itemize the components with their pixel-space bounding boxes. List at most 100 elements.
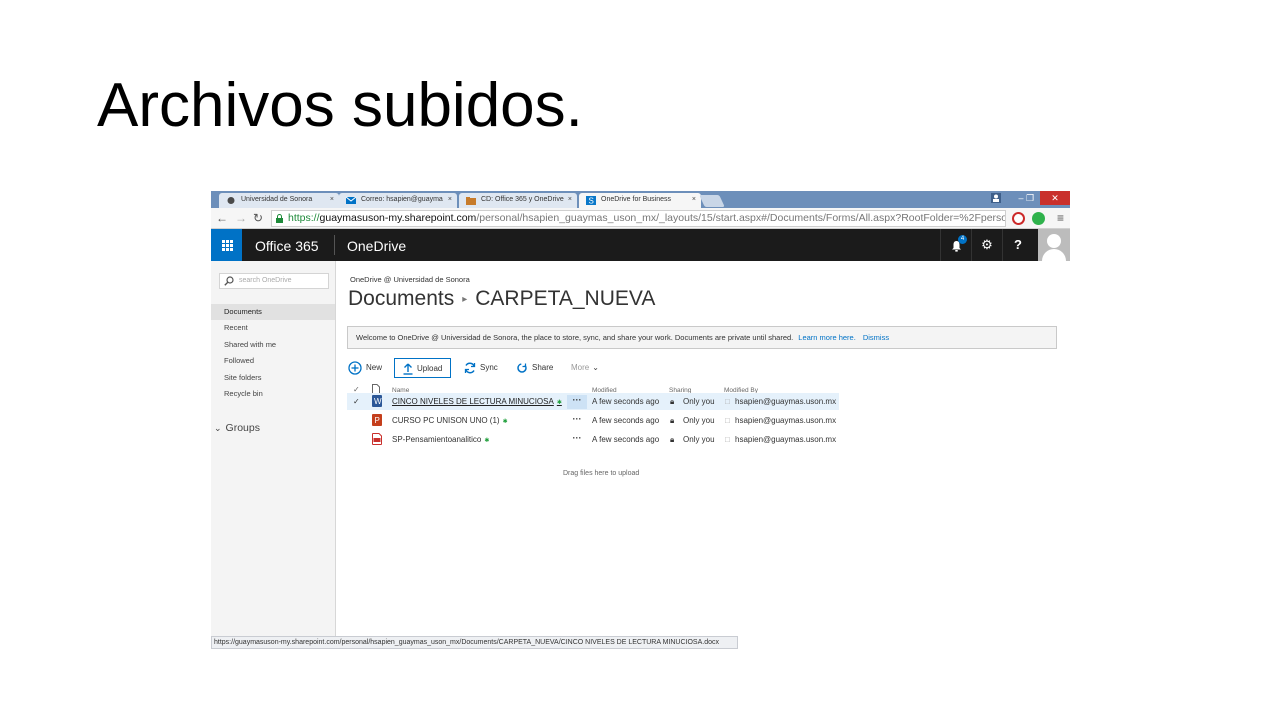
new-item-icon: ✱ — [484, 438, 490, 444]
nav-item-recycle-bin[interactable]: Recycle bin — [211, 386, 335, 402]
tab-onedrive[interactable]: S OneDrive for Business × — [579, 193, 701, 209]
modified-by-value[interactable]: hsapien@guaymas.uson.mx — [735, 416, 836, 425]
share-button[interactable]: Share — [516, 358, 553, 378]
browser-window: Universidad de Sonora × Correo: hsapien@… — [211, 191, 1070, 649]
url-path: /personal/hsapien_guaymas_uson_mx/_layou… — [476, 212, 1006, 224]
svg-text:P: P — [375, 416, 380, 425]
file-name: SP-Pensamientoanalitico — [392, 435, 482, 444]
chevron-right-icon: ▸ — [462, 294, 468, 305]
upload-button[interactable]: Upload — [394, 358, 452, 378]
lock-icon: 🔒︎ — [670, 416, 675, 425]
chevron-down-icon: ⌄ — [214, 423, 222, 433]
file-row[interactable]: ✓ W CINCO NIVELES DE LECTURA MINUCIOSA ✱ … — [347, 393, 839, 410]
tab-close-icon[interactable]: × — [692, 196, 696, 203]
close-window-icon[interactable]: ✕ — [1040, 191, 1070, 205]
more-options-icon[interactable]: ··· — [567, 414, 587, 428]
file-row[interactable]: SP-Pensamientoanalitico ✱ ··· A few secon… — [347, 431, 839, 448]
tab-close-icon[interactable]: × — [330, 196, 334, 203]
groups-section[interactable]: ⌄ Groups — [214, 422, 260, 434]
sharing-value[interactable]: Only you — [683, 397, 715, 406]
presence-icon: □ — [725, 416, 730, 425]
settings-gear-icon[interactable]: ⚙ — [971, 229, 1002, 261]
file-name-link[interactable]: SP-Pensamientoanalitico ✱ — [392, 435, 489, 444]
sharing-value[interactable]: Only you — [683, 416, 715, 425]
nav-item-documents[interactable]: Documents — [211, 304, 335, 320]
svg-text:W: W — [374, 397, 382, 406]
browser-status-bar: https://guaymasuson-my.sharepoint.com/pe… — [211, 636, 738, 649]
new-item-icon: ✱ — [502, 419, 508, 425]
nav-item-shared-with-me[interactable]: Shared with me — [211, 337, 335, 353]
site-breadcrumb[interactable]: OneDrive @ Universidad de Sonora — [350, 275, 470, 284]
tab-correo[interactable]: Correo: hsapien@guayma × — [339, 193, 457, 208]
nav-item-site-folders[interactable]: Site folders — [211, 370, 335, 386]
tab-close-icon[interactable]: × — [448, 196, 452, 203]
file-name: CINCO NIVELES DE LECTURA MINUCIOSA — [392, 397, 554, 406]
notifications-bell-icon[interactable]: 4 — [940, 229, 971, 261]
extension-icon[interactable] — [1032, 212, 1045, 225]
file-name: CURSO PC UNISON UNO (1) — [392, 416, 500, 425]
browser-menu-icon[interactable]: ≡ — [1057, 211, 1064, 225]
search-input[interactable]: search OneDrive — [219, 273, 329, 289]
left-navigation: search OneDrive Documents Recent Shared … — [211, 261, 336, 636]
search-placeholder: search OneDrive — [239, 277, 292, 284]
url-field[interactable]: https://guaymasuson-my.sharepoint.com/pe… — [271, 210, 1006, 227]
modified-value: A few seconds ago — [592, 435, 660, 444]
tab-label: Correo: hsapien@guayma — [361, 196, 443, 203]
search-icon — [224, 276, 234, 286]
nav-item-followed[interactable]: Followed — [211, 353, 335, 369]
new-button[interactable]: New — [348, 358, 382, 378]
chevron-down-icon: ⌄ — [592, 363, 599, 372]
lock-icon: 🔒︎ — [670, 397, 675, 406]
main-content: OneDrive @ Universidad de Sonora Documen… — [337, 261, 1070, 636]
more-options-icon[interactable]: ··· — [567, 433, 587, 447]
help-icon[interactable]: ? — [1002, 229, 1033, 261]
drop-files-hint: Drag files here to upload — [563, 470, 640, 477]
learn-more-link[interactable]: Learn more here. — [798, 333, 856, 342]
tab-cd[interactable]: CD: Office 365 y OneDrive × — [459, 193, 577, 208]
modified-by-value[interactable]: hsapien@guaymas.uson.mx — [735, 397, 836, 406]
nav-item-recent[interactable]: Recent — [211, 320, 335, 336]
modified-value: A few seconds ago — [592, 416, 660, 425]
new-tab-button[interactable] — [699, 195, 725, 207]
breadcrumb-documents[interactable]: Documents — [348, 287, 454, 310]
file-row[interactable]: P CURSO PC UNISON UNO (1) ✱ ··· A few sec… — [347, 412, 839, 429]
row-selected-checkmark-icon[interactable]: ✓ — [353, 397, 360, 406]
presence-icon: □ — [725, 397, 730, 406]
file-name-link[interactable]: CURSO PC UNISON UNO (1) ✱ — [392, 416, 508, 425]
dismiss-link[interactable]: Dismiss — [863, 333, 889, 342]
file-name-link[interactable]: CINCO NIVELES DE LECTURA MINUCIOSA ✱ — [392, 397, 562, 406]
address-bar: ← → ↻ https://guaymasuson-my.sharepoint.… — [211, 208, 1070, 229]
sharing-value[interactable]: Only you — [683, 435, 715, 444]
site-icon — [227, 197, 235, 204]
powerpoint-file-icon: P — [372, 414, 382, 426]
user-profile-icon[interactable] — [985, 191, 1007, 205]
restore-icon[interactable]: ❐ — [1019, 191, 1041, 205]
folder-icon — [466, 197, 476, 205]
adblock-extension-icon[interactable] — [1012, 212, 1025, 225]
notification-count-badge: 4 — [958, 235, 967, 244]
sync-button[interactable]: Sync — [464, 358, 498, 378]
tab-close-icon[interactable]: × — [568, 196, 572, 203]
app-launcher-icon[interactable] — [211, 229, 242, 261]
welcome-banner: Welcome to OneDrive @ Universidad de Son… — [347, 326, 1057, 349]
pdf-file-icon — [372, 433, 382, 445]
lock-icon: 🔒︎ — [670, 435, 675, 444]
tab-universidad[interactable]: Universidad de Sonora × — [219, 193, 339, 208]
new-label: New — [366, 363, 383, 372]
tab-strip: Universidad de Sonora × Correo: hsapien@… — [211, 191, 1070, 209]
sync-label: Sync — [480, 363, 498, 372]
sharepoint-icon: S — [586, 196, 596, 205]
secure-lock-icon — [276, 214, 283, 223]
tab-label: CD: Office 365 y OneDrive — [481, 196, 564, 203]
user-avatar[interactable] — [1038, 229, 1070, 263]
more-options-icon[interactable]: ··· — [567, 395, 587, 409]
forward-icon[interactable]: → — [235, 211, 247, 225]
more-button[interactable]: More ⌄ — [571, 358, 599, 378]
reload-icon[interactable]: ↻ — [253, 211, 263, 225]
modified-by-value[interactable]: hsapien@guaymas.uson.mx — [735, 435, 836, 444]
office-365-brand[interactable]: Office 365 — [255, 238, 319, 254]
back-icon[interactable]: ← — [216, 211, 228, 225]
slide-title: Archivos subidos. — [97, 71, 583, 140]
onedrive-app-name[interactable]: OneDrive — [347, 238, 406, 254]
suite-divider — [334, 235, 335, 255]
